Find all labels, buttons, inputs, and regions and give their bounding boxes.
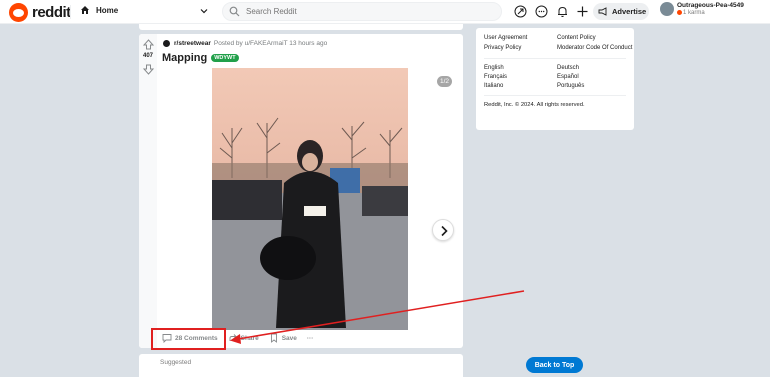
chevron-down-icon[interactable] [199,6,209,16]
post-meta: r/streetwear Posted by u/FAKEArmaiT 13 h… [162,39,327,48]
policy-links: User Agreement Content Policy Privacy Po… [484,34,632,52]
logo-text: reddit [32,4,71,21]
post-title-row: Mapping WDYWT [162,52,239,64]
user-menu[interactable]: Outrageous-Pea-4549 1 karma [660,2,744,16]
next-image-button[interactable] [432,219,454,241]
search-bar[interactable] [222,2,502,21]
photo-illustration [212,68,408,330]
previous-post-card [139,24,463,30]
username: Outrageous-Pea-4549 [677,2,744,9]
share-icon [229,334,237,341]
language-links: English Deutsch Français Español Italian… [484,65,626,89]
copyright-text: Reddit, Inc. © 2024. All rights reserved… [484,102,585,108]
post-image[interactable] [212,68,408,330]
bookmark-icon [270,333,277,343]
top-navbar: reddit Home Advertise Outrageous-Pea-454… [0,0,770,24]
reddit-snoo-icon [9,3,28,22]
sidebar-divider [484,95,626,96]
header-divider [70,5,71,19]
lang-english[interactable]: English [484,65,557,71]
save-button[interactable]: Save [269,333,297,343]
subreddit-icon[interactable] [162,39,171,48]
home-label: Home [96,5,119,15]
advertise-button[interactable]: Advertise [593,3,649,20]
megaphone-icon [598,7,607,16]
vote-count: 407 [142,53,153,59]
more-options-button[interactable]: ··· [307,335,314,342]
link-content-policy[interactable]: Content Policy [557,34,634,42]
upvote-icon[interactable] [143,39,154,50]
search-icon [229,6,240,17]
post-title[interactable]: Mapping [162,52,207,64]
link-privacy-policy[interactable]: Privacy Policy [484,44,557,52]
karma-count: 1 karma [677,10,744,16]
lang-italiano[interactable]: Italiano [484,83,557,89]
link-user-agreement[interactable]: User Agreement [484,34,557,42]
popular-icon[interactable] [514,5,527,18]
suggested-section: Suggested [139,354,463,377]
share-label: Share [240,334,259,342]
share-button[interactable]: Share [228,333,259,343]
posted-by: Posted by u/FAKEArmaiT 13 hours ago [213,40,328,47]
avatar [660,2,674,17]
back-to-top-button[interactable]: Back to Top [526,357,583,373]
notification-bell-icon[interactable] [556,5,569,18]
advertise-label: Advertise [612,7,647,16]
post-flair[interactable]: WDYWT [211,54,239,62]
karma-icon [677,10,682,15]
lang-portugues[interactable]: Português [557,83,634,89]
chevron-right-icon [441,225,448,237]
sidebar-footer-card: User Agreement Content Policy Privacy Po… [476,28,634,130]
chat-icon[interactable] [535,5,548,18]
save-label: Save [281,334,297,342]
subreddit-link[interactable]: r/streetwear [174,40,211,47]
lang-deutsch[interactable]: Deutsch [557,65,634,71]
lang-francais[interactable]: Français [484,74,557,80]
post-media-gallery[interactable]: 1/2 [139,66,463,330]
home-icon [81,6,89,14]
create-post-plus-icon[interactable] [576,5,589,18]
link-moderator-code[interactable]: Moderator Code Of Conduct [557,44,634,52]
post-card: 407 r/streetwear Posted by u/FAKEArmaiT … [139,34,463,348]
sidebar-divider [484,58,626,59]
image-counter: 1/2 [437,76,453,87]
search-input[interactable] [246,7,466,16]
annotation-highlight-box [151,328,226,350]
more-options-icon: ··· [306,334,314,342]
home-dropdown[interactable]: Home [80,5,118,15]
lang-espanol[interactable]: Español [557,74,634,80]
reddit-logo[interactable]: reddit [9,3,71,22]
suggested-label: Suggested [160,359,192,366]
